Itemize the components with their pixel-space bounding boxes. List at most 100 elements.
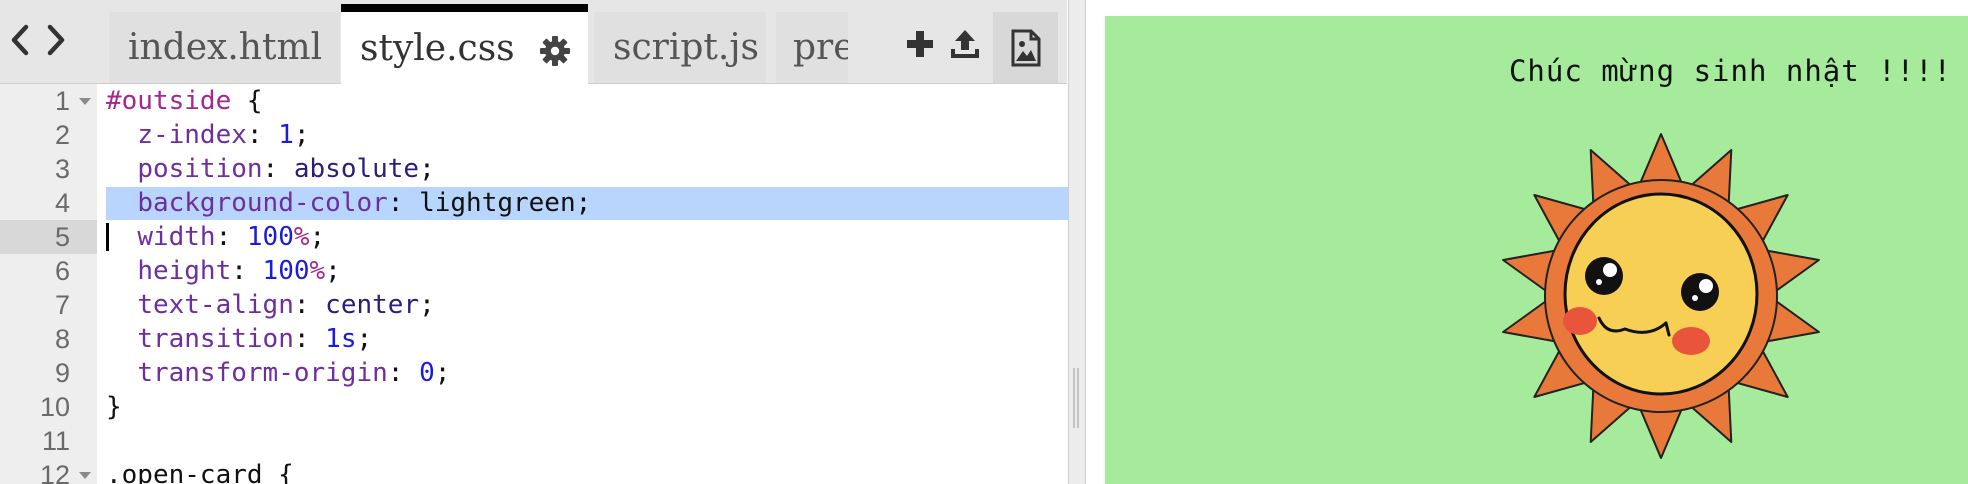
line-number: 2 [54, 120, 70, 150]
line-number: 9 [54, 358, 70, 388]
code-text: height: 100%; [106, 254, 341, 288]
code-token: : [262, 154, 294, 184]
line-number: 1 [54, 86, 70, 116]
line-number: 5 [54, 222, 70, 252]
code-token: transform-origin [137, 358, 388, 388]
tab-label: script.js [613, 27, 759, 68]
code-line[interactable]: 1 #outside { [0, 84, 1068, 118]
code-token: : [293, 290, 326, 320]
tab-preview[interactable]: pre [776, 12, 848, 83]
code-token: : [246, 120, 279, 150]
code-token: % [309, 256, 326, 286]
code-text: width: 100%; [106, 220, 325, 254]
code-editor[interactable]: 1 #outside {2 z-index: 1; 3 position: abso… [0, 84, 1068, 484]
line-number: 10 [39, 392, 70, 422]
greeting-text: Chúc mừng sinh nhật !!!! [1508, 54, 1952, 88]
tab-label: style.css [360, 27, 515, 69]
code-token: position [137, 154, 263, 184]
fold-arrow-icon[interactable] [79, 472, 91, 479]
code-text: transform-origin: 0; [106, 356, 450, 390]
preview-pane: Chúc mừng sinh nhật !!!! [1086, 0, 1968, 484]
back-button[interactable] [0, 18, 40, 62]
code-token: text-align [137, 290, 294, 320]
image-file-icon [1011, 29, 1040, 66]
editor-tab-bar: index.html style.css script.js pre [0, 0, 1067, 84]
code-token: 0 [419, 358, 435, 388]
code-token: % [293, 222, 310, 252]
tab-style-css[interactable]: style.css [341, 4, 588, 84]
code-text: transition: 1s; [106, 322, 372, 356]
code-text: text-align: center; [106, 288, 434, 322]
code-token: transition [137, 324, 294, 354]
code-text: } [106, 390, 122, 424]
code-token: 100 [246, 222, 294, 252]
code-token: center [325, 290, 420, 320]
preview-card[interactable]: Chúc mừng sinh nhật !!!! [1105, 16, 1968, 484]
code-token: : [387, 188, 420, 218]
code-line[interactable]: 3 position: absolute; [0, 152, 1068, 186]
splitter-grip[interactable] [1073, 368, 1081, 428]
code-token: : [231, 256, 263, 286]
tab-label: pre [793, 27, 848, 68]
tab-script-js[interactable]: script.js [594, 12, 766, 83]
code-token: ; [356, 324, 373, 354]
code-text: .open-card { [106, 458, 294, 484]
sun-face-icon [1502, 133, 1820, 459]
line-number: 6 [54, 256, 70, 286]
code-token: ; [293, 120, 310, 150]
plus-icon [907, 31, 933, 57]
code-line[interactable]: 6 height: 100%; [0, 254, 1068, 288]
line-number: 8 [54, 324, 70, 354]
line-number: 4 [54, 188, 70, 218]
tab-settings-button[interactable] [538, 34, 572, 68]
code-line[interactable]: 8 transition: 1s; [0, 322, 1068, 356]
upload-icon [951, 30, 979, 58]
code-text: background-color: lightgreen; [106, 186, 591, 220]
tab-label: index.html [128, 27, 323, 68]
text-caret [106, 223, 109, 251]
code-text: z-index: 1; [106, 118, 310, 152]
code-token: ; [325, 256, 341, 286]
code-token: { [231, 86, 263, 116]
forward-button[interactable] [36, 18, 76, 62]
code-token: lightgreen [419, 188, 576, 218]
code-line[interactable]: 9 transform-origin: 0; [0, 356, 1068, 390]
code-token: : [215, 222, 247, 252]
add-file-button[interactable] [900, 24, 940, 64]
line-number: 7 [54, 290, 70, 320]
code-token: width [137, 222, 216, 252]
code-line[interactable]: 11 [0, 424, 1068, 458]
fold-arrow-icon[interactable] [79, 98, 91, 105]
code-line[interactable]: 7 text-align: center; [0, 288, 1068, 322]
code-token: : [293, 324, 326, 354]
upload-file-button[interactable] [945, 24, 985, 64]
code-line[interactable]: 12 .open-card { [0, 458, 1068, 484]
pane-splitter[interactable] [1068, 0, 1086, 484]
code-line[interactable]: 2 z-index: 1; [0, 118, 1068, 152]
code-token: ; [575, 188, 592, 218]
tab-index-html[interactable]: index.html [109, 12, 340, 83]
chevron-right-icon [47, 24, 65, 56]
line-number: 12 [39, 460, 70, 484]
code-line[interactable]: 4 background-color: lightgreen; [0, 186, 1068, 220]
add-image-button[interactable] [993, 12, 1058, 83]
code-text: position: absolute; [106, 152, 435, 186]
code-token: .open-card { [106, 460, 294, 484]
code-line[interactable]: 5 width: 100%; [0, 220, 1068, 254]
code-token: z-index [137, 120, 247, 150]
code-token: 100 [262, 256, 310, 286]
code-token: : [387, 358, 420, 388]
code-token: absolute [293, 154, 420, 184]
code-token: #outside [106, 86, 232, 116]
code-line[interactable]: 10} [0, 390, 1068, 424]
code-token: 1s [325, 324, 357, 354]
code-text: #outside { [106, 84, 263, 118]
code-token: ; [434, 358, 451, 388]
code-token: ; [419, 154, 435, 184]
